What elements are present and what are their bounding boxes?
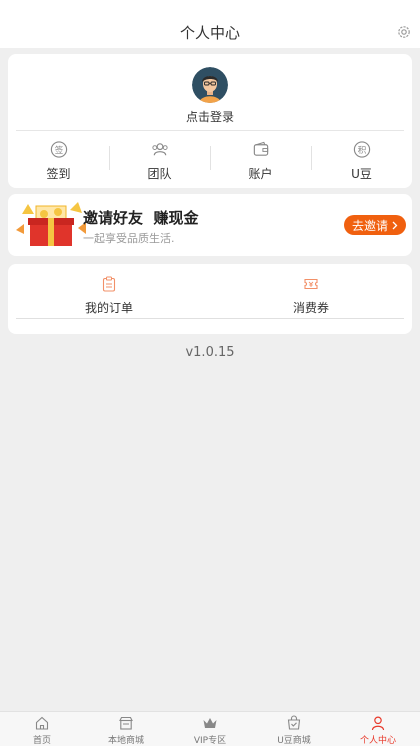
sign-in-icon: 签 (50, 141, 67, 158)
login-link[interactable]: 点击登录 (8, 108, 412, 125)
bag-icon (287, 715, 301, 730)
invite-title: 邀请好友 赚现金 (83, 209, 199, 227)
svg-text:签: 签 (54, 144, 63, 156)
coupons-link[interactable]: 消费券 (210, 276, 412, 316)
divider (16, 318, 404, 319)
avatar-icon[interactable] (192, 67, 228, 103)
orders-links: 我的订单 消费券 (8, 276, 412, 316)
tab-local-mall[interactable]: 本地商城 (84, 712, 168, 746)
tab-label: VIP专区 (193, 736, 227, 746)
quick-link-team[interactable]: 团队 (109, 138, 210, 182)
tab-u-mall[interactable]: U豆商城 (252, 712, 336, 746)
wallet-icon (253, 141, 268, 156)
quick-link-account[interactable]: 账户 (210, 138, 311, 182)
quick-link-label: 团队 (147, 167, 172, 181)
crown-icon (203, 718, 217, 728)
gear-icon[interactable] (396, 24, 412, 40)
quick-link-label: 签到 (46, 167, 71, 181)
svg-text:积: 积 (357, 144, 366, 156)
tab-label: 本地商城 (107, 736, 144, 746)
divider (16, 130, 404, 131)
chevron-right-icon (392, 221, 398, 229)
quick-link-label: U豆 (351, 167, 372, 181)
team-icon (151, 143, 168, 156)
quick-link-sign-in[interactable]: 签 签到 (8, 138, 109, 182)
top-header: 个人中心 (0, 0, 420, 48)
tab-profile[interactable]: 个人中心 (336, 712, 420, 746)
orders-link-label: 消费券 (292, 301, 329, 315)
orders-card: 我的订单 消费券 (8, 264, 412, 334)
profile-card: 点击登录 签 签到 团队 账户 积 U豆 (8, 54, 412, 188)
my-orders-link[interactable]: 我的订单 (8, 276, 210, 316)
quick-link-label: 账户 (248, 167, 273, 181)
tab-label: 个人中心 (359, 736, 396, 746)
bottom-tab-bar: 首页 本地商城 VIP专区 U豆商城 个人中心 (0, 711, 420, 746)
points-icon: 积 (353, 141, 370, 158)
clipboard-icon (102, 276, 116, 292)
invite-button[interactable]: 去邀请 (343, 215, 406, 235)
quick-link-points[interactable]: 积 U豆 (311, 138, 412, 182)
tab-label: U豆商城 (277, 736, 311, 746)
gift-box-icon (16, 202, 86, 246)
quick-links: 签 签到 团队 账户 积 U豆 (8, 138, 412, 182)
invite-subtitle: 一起享受品质生活. (83, 232, 175, 245)
tab-label: 首页 (32, 736, 51, 746)
invite-banner[interactable]: 邀请好友 赚现金 一起享受品质生活. 去邀请 (8, 194, 412, 256)
orders-link-label: 我的订单 (84, 301, 133, 315)
home-icon (35, 716, 49, 730)
tab-home[interactable]: 首页 (0, 712, 84, 746)
user-icon (371, 716, 385, 731)
page-title: 个人中心 (179, 23, 240, 42)
coupon-icon (304, 278, 318, 290)
store-icon (119, 716, 133, 730)
tab-vip[interactable]: VIP专区 (168, 712, 252, 746)
version-label: v1.0.15 (185, 345, 235, 360)
invite-button-label: 去邀请 (351, 218, 388, 233)
